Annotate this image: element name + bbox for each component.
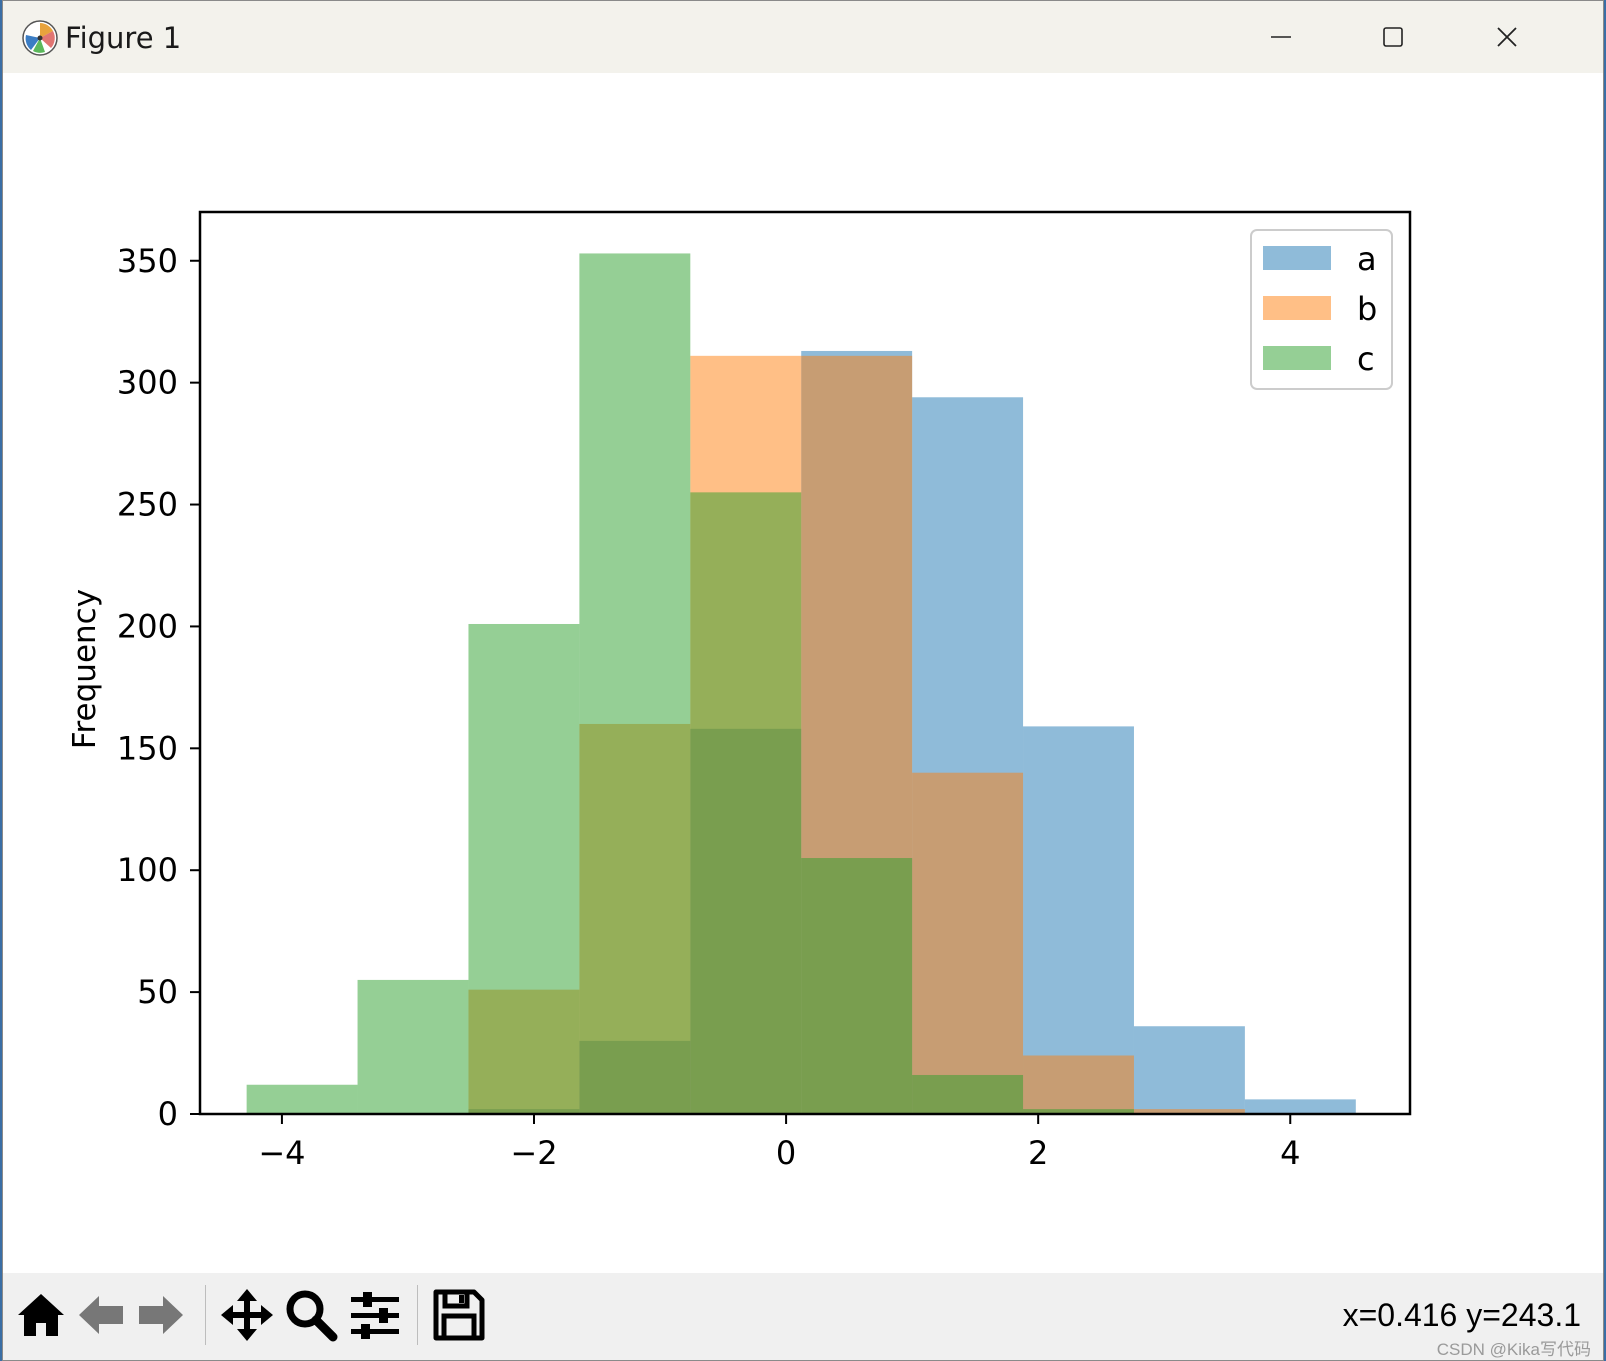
y-tick-label: 250: [117, 486, 178, 524]
minimize-icon: [1271, 36, 1291, 38]
histogram-chart: −4 −2 0 2 4 0 50 100 150 200 250 300 350 Frequency a…: [67, 210, 1412, 1172]
y-tick-label: 50: [137, 973, 178, 1011]
forward-button[interactable]: [131, 1285, 191, 1345]
x-tick-label: 4: [1280, 1134, 1300, 1172]
toolbar-separator: [417, 1285, 418, 1345]
matplotlib-icon: [22, 20, 58, 56]
home-button[interactable]: [11, 1285, 71, 1345]
save-icon: [433, 1289, 485, 1341]
maximize-icon: [1383, 27, 1403, 47]
figure-window: Figure 1 −4 −2 0 2 4 0 50 100 150 200 250 300 350 Fr…: [2, 0, 1604, 1361]
x-tick-label: −2: [510, 1134, 557, 1172]
bar-c-0: [246, 1084, 358, 1114]
maximize-button[interactable]: [1337, 1, 1449, 73]
close-icon: [1497, 27, 1517, 47]
zoom-icon: [286, 1290, 338, 1342]
bars-layer: [246, 253, 1356, 1115]
figure-canvas[interactable]: −4 −2 0 2 4 0 50 100 150 200 250 300 350 Frequency a…: [3, 73, 1603, 1273]
y-tick-label: 150: [117, 729, 178, 767]
close-button[interactable]: [1451, 1, 1563, 73]
move-icon: [221, 1289, 273, 1341]
y-tick-label: 0: [158, 1095, 178, 1133]
minimize-button[interactable]: [1225, 1, 1337, 73]
forward-arrow-icon: [139, 1296, 183, 1334]
back-button[interactable]: [71, 1285, 131, 1345]
legend: abc: [1250, 229, 1393, 390]
legend-swatch-b: [1263, 296, 1331, 320]
bar-c-5: [801, 858, 913, 1114]
bar-c-6: [912, 1074, 1024, 1114]
sliders-icon: [351, 1292, 399, 1339]
legend-label-a: a: [1357, 240, 1377, 278]
configure-subplots-button[interactable]: [345, 1285, 405, 1345]
bar-a-9: [1244, 1099, 1356, 1114]
home-icon: [18, 1294, 64, 1336]
cursor-coordinates: x=0.416 y=243.1: [1342, 1297, 1581, 1333]
zoom-button[interactable]: [281, 1285, 341, 1345]
toolbar-separator: [205, 1285, 206, 1345]
bar-c-4: [690, 492, 802, 1115]
bar-c-3: [579, 253, 691, 1114]
y-axis-label: Frequency: [67, 589, 103, 749]
x-tick-label: −4: [258, 1134, 305, 1172]
y-tick-label: 300: [117, 364, 178, 402]
bar-b-6: [912, 772, 1024, 1114]
save-button[interactable]: [429, 1285, 489, 1345]
x-tick-label: 0: [776, 1134, 796, 1172]
legend-swatch-c: [1263, 346, 1331, 370]
y-tick-label: 350: [117, 242, 178, 280]
legend-label-b: b: [1357, 290, 1377, 328]
watermark-text: CSDN @Kika写代码: [1436, 1340, 1591, 1359]
bar-a-8: [1133, 1026, 1245, 1114]
y-tick-label: 100: [117, 851, 178, 889]
bar-b-7: [1023, 1055, 1134, 1114]
pan-button[interactable]: [217, 1285, 277, 1345]
title-bar[interactable]: Figure 1: [3, 1, 1603, 73]
bar-c-1: [357, 979, 469, 1114]
back-arrow-icon: [79, 1296, 123, 1334]
window-title: Figure 1: [65, 21, 182, 55]
bar-c-2: [468, 623, 580, 1114]
navigation-toolbar: x=0.416 y=243.1 CSDN @Kika写代码: [3, 1273, 1603, 1360]
legend-label-c: c: [1357, 340, 1375, 378]
y-tick-label: 200: [117, 607, 178, 645]
legend-swatch-a: [1263, 246, 1331, 270]
x-tick-label: 2: [1028, 1134, 1048, 1172]
